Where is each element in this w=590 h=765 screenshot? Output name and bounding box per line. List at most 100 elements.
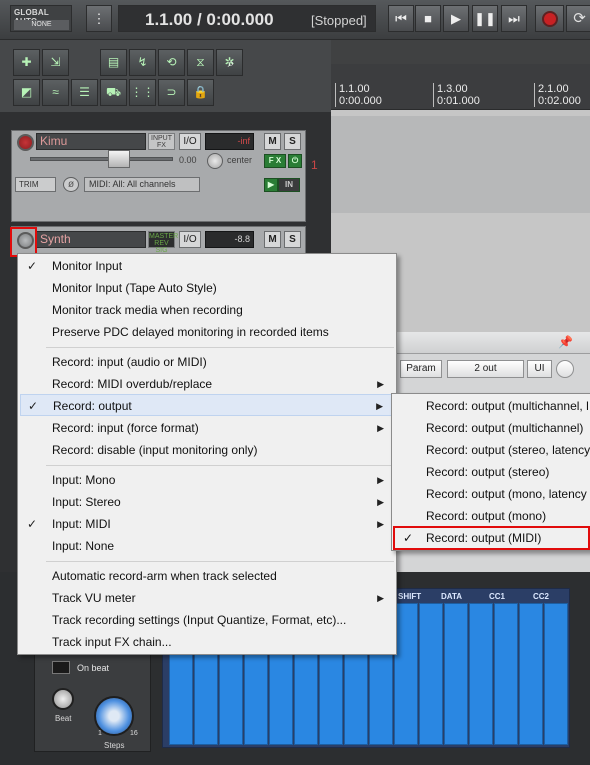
- reaper-window: GLOBAL AUTO NONE ⋮ 1.1.00 / 0:00.000 [St…: [0, 0, 590, 765]
- pause-button[interactable]: ❚❚: [472, 5, 498, 32]
- global-auto-box[interactable]: GLOBAL AUTO NONE: [10, 5, 72, 32]
- menu-item-auto-arm[interactable]: Automatic record-arm when track selected: [20, 565, 394, 587]
- volume-meter[interactable]: -inf: [205, 133, 254, 150]
- submenu-item[interactable]: Record: output (mono, latency: [394, 483, 590, 505]
- step-column[interactable]: [469, 603, 493, 745]
- transport-misc-button[interactable]: ⋮: [86, 5, 112, 32]
- column-header: SHIFT: [398, 592, 422, 601]
- mixer-icon[interactable]: ⋮⋮: [129, 79, 156, 106]
- metronome-icon[interactable]: ⧖: [187, 49, 214, 76]
- menu-item-record-disable[interactable]: Record: disable (input monitoring only): [20, 439, 394, 461]
- step-column[interactable]: [444, 603, 468, 745]
- mute-button[interactable]: M: [264, 133, 281, 150]
- track-kimu[interactable]: Kimu INPUT FX I/O -inf M S 0.00 center F…: [11, 130, 306, 222]
- menu-item-record-output[interactable]: ✓ Record: output ▶: [20, 394, 394, 416]
- timeline-ruler[interactable]: 1.1.00 0:00.000 1.3.00 0:01.000 2.1.00 0:02…: [331, 64, 590, 110]
- menu-item-preserve-pdc[interactable]: Preserve PDC delayed monitoring in recor…: [20, 321, 394, 343]
- wet-knob[interactable]: [556, 360, 574, 378]
- menu-item-record-input[interactable]: Record: input (audio or MIDI): [20, 351, 394, 373]
- phase-icon[interactable]: ø: [63, 177, 79, 192]
- record-arm-button[interactable]: [17, 134, 34, 151]
- submenu-item[interactable]: Record: output (multichannel): [394, 417, 590, 439]
- step-column[interactable]: [519, 603, 543, 745]
- menu-item-force-format[interactable]: Record: input (force format) ▶: [20, 417, 394, 439]
- volume-slider[interactable]: [30, 157, 173, 161]
- solo-button[interactable]: S: [284, 133, 301, 150]
- ui-button[interactable]: UI: [527, 360, 552, 378]
- on-beat-toggle[interactable]: [52, 661, 70, 674]
- submenu-item[interactable]: Record: output (stereo): [394, 461, 590, 483]
- fx-tag[interactable]: INPUT FX: [148, 133, 175, 150]
- track-lane[interactable]: [331, 116, 590, 213]
- power-icon[interactable]: ⏻: [288, 154, 302, 168]
- menu-item-midi-overdub[interactable]: Record: MIDI overdub/replace ▶: [20, 373, 394, 395]
- input-monitor-icon[interactable]: ▶: [264, 178, 278, 192]
- steps-label: Steps: [104, 741, 125, 750]
- submenu-item[interactable]: Record: output (stereo, latency: [394, 439, 590, 461]
- global-auto-mode[interactable]: NONE: [14, 20, 69, 30]
- midi-input-select[interactable]: MIDI: All: All channels: [84, 177, 200, 192]
- loop-button[interactable]: ⟳: [566, 5, 590, 32]
- param-button[interactable]: Param: [400, 360, 442, 378]
- step-column[interactable]: [419, 603, 443, 745]
- volume-meter[interactable]: -8.8: [205, 231, 254, 248]
- track-synth[interactable]: Synth MASTER REV SIG I/O -8.8 M S: [11, 226, 306, 256]
- io-button[interactable]: I/O: [179, 133, 201, 150]
- output-button[interactable]: 2 out: [447, 360, 524, 378]
- io-button[interactable]: I/O: [179, 231, 201, 248]
- trim-button[interactable]: TRIM: [15, 177, 56, 192]
- item-properties-icon[interactable]: ▤: [100, 49, 127, 76]
- import-icon[interactable]: ⇲: [42, 49, 69, 76]
- menu-item-monitor-media[interactable]: Monitor track media when recording: [20, 299, 394, 321]
- track-name[interactable]: Kimu: [36, 133, 146, 150]
- solo-button[interactable]: S: [284, 231, 301, 248]
- step-column[interactable]: [544, 603, 568, 745]
- step-column[interactable]: [494, 603, 518, 745]
- menu-item-input-mono[interactable]: Input: Mono ▶: [20, 469, 394, 491]
- new-track-icon[interactable]: ✚: [13, 49, 40, 76]
- record-context-menu: ✓ Monitor Input Monitor Input (Tape Auto …: [17, 253, 397, 655]
- menu-item-monitor-tape[interactable]: Monitor Input (Tape Auto Style): [20, 277, 394, 299]
- submenu-item[interactable]: Record: output (mono): [394, 505, 590, 527]
- search-icon[interactable]: ⌕: [219, 51, 243, 78]
- beat-knob[interactable]: [52, 688, 74, 710]
- glue-icon[interactable]: ↯: [129, 49, 156, 76]
- menu-item-input-stereo[interactable]: Input: Stereo ▶: [20, 491, 394, 513]
- pan-label: center: [227, 155, 253, 165]
- mute-button[interactable]: M: [264, 231, 281, 248]
- grid-icon[interactable]: ⟲: [158, 49, 185, 76]
- pan-knob[interactable]: [207, 153, 223, 169]
- snap-icon[interactable]: ◩: [13, 79, 40, 106]
- submenu-arrow-icon: ▶: [377, 475, 384, 485]
- fx-button[interactable]: F X: [264, 154, 286, 168]
- ruler-mark: 2.1.00 0:02.000: [534, 83, 581, 107]
- go-to-end-button[interactable]: ⏭: [501, 5, 527, 32]
- menu-item-input-midi[interactable]: ✓ Input: MIDI ▶: [20, 513, 394, 535]
- go-to-start-button[interactable]: ⏮: [388, 5, 414, 32]
- pin-icon[interactable]: 📌: [558, 335, 573, 349]
- envelope-icon[interactable]: ☰: [71, 79, 98, 106]
- stop-button[interactable]: ■: [415, 5, 441, 32]
- loop-points-icon[interactable]: ⊃: [158, 79, 185, 106]
- ruler-mark: 1.3.00 0:01.000: [433, 83, 480, 107]
- steps-max-label: 16: [130, 730, 138, 737]
- play-button[interactable]: ▶: [443, 5, 469, 32]
- submenu-arrow-icon: ▶: [377, 593, 384, 603]
- menu-item-recording-settings[interactable]: Track recording settings (Input Quantize…: [20, 609, 394, 631]
- menu-item-input-none[interactable]: Input: None: [20, 535, 394, 557]
- on-beat-label: On beat: [77, 663, 110, 673]
- menu-item-monitor-input[interactable]: ✓ Monitor Input: [20, 255, 394, 277]
- menu-item-vu-meter[interactable]: Track VU meter ▶: [20, 587, 394, 609]
- crossfade-icon[interactable]: ⛟: [100, 79, 127, 106]
- submenu-item[interactable]: Record: output (multichannel, l: [394, 395, 590, 417]
- menu-item-input-fx-chain[interactable]: Track input FX chain...: [20, 631, 394, 653]
- step-column[interactable]: [394, 603, 418, 745]
- volume-slider-knob[interactable]: [108, 150, 130, 168]
- time-display[interactable]: 1.1.00 / 0:00.000 [Stopped]: [118, 5, 376, 32]
- check-icon: ✓: [27, 517, 38, 531]
- fx-tag[interactable]: MASTER REV SIG: [148, 231, 178, 254]
- record-button[interactable]: [535, 5, 564, 32]
- lock-icon[interactable]: 🔒: [187, 79, 214, 106]
- ripple-icon[interactable]: ≈: [42, 79, 69, 106]
- track-name[interactable]: Synth: [36, 231, 146, 248]
